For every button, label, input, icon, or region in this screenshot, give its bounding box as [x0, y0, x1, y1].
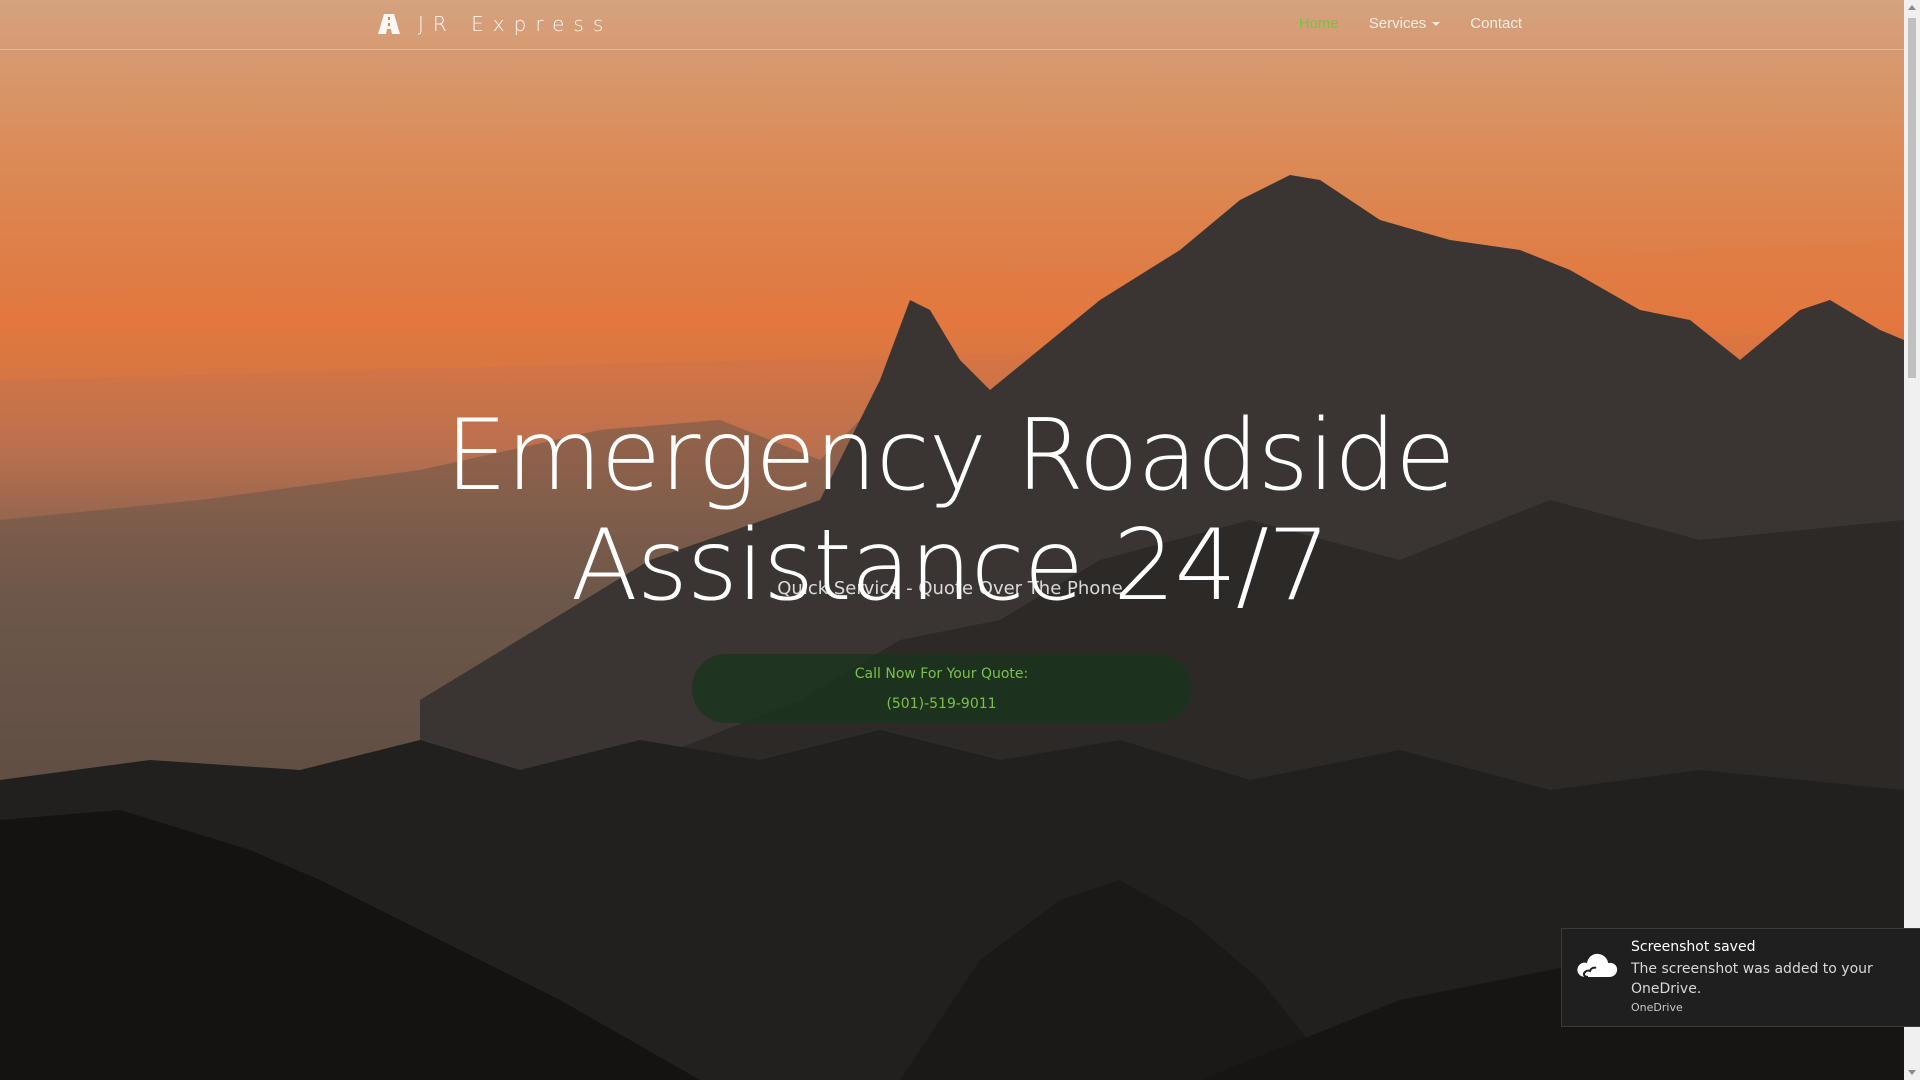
scroll-up-arrow-icon[interactable] [1908, 5, 1916, 10]
toast-title: Screenshot saved [1631, 939, 1756, 955]
nav-home[interactable]: Home [1299, 15, 1339, 32]
nav-home-label: Home [1298, 15, 1339, 32]
nav-contact[interactable]: Contact [1470, 15, 1522, 32]
nav-menu: Home Services Contact [1269, 15, 1522, 32]
nav-contact-label: Contact [1470, 15, 1522, 32]
brand-logo-link[interactable]: JR Express [378, 12, 612, 36]
scrollbar-thumb[interactable] [1908, 18, 1916, 378]
nav-services-dropdown[interactable]: Services [1369, 15, 1441, 32]
cta-label: Call Now For Your Quote: [854, 666, 1029, 682]
toast-body: The screenshot was added to your OneDriv… [1631, 961, 1873, 997]
brand-name: JR Express [418, 12, 613, 36]
navbar: JR Express Home Services Contact [0, 0, 1904, 50]
cta-phone-number: (501)-519-9011 [886, 696, 997, 712]
call-now-button[interactable]: Call Now For Your Quote: (501)-519-9011 [692, 654, 1191, 723]
road-icon [378, 14, 400, 34]
nav-services-label: Services [1368, 15, 1427, 32]
toast-source: OneDrive [1631, 1001, 1683, 1014]
onedrive-cloud-icon [1577, 953, 1618, 978]
hero-subtitle: Quick Service - Quote Over The Phone [777, 578, 1123, 599]
page: JR Express Home Services Contact Emergen… [0, 0, 1920, 1080]
onedrive-toast-notification[interactable]: Screenshot saved The screenshot was adde… [1561, 928, 1920, 1027]
caret-down-icon [1432, 21, 1441, 26]
vertical-scrollbar[interactable] [1904, 0, 1920, 1080]
scroll-down-arrow-icon[interactable] [1908, 1070, 1916, 1075]
